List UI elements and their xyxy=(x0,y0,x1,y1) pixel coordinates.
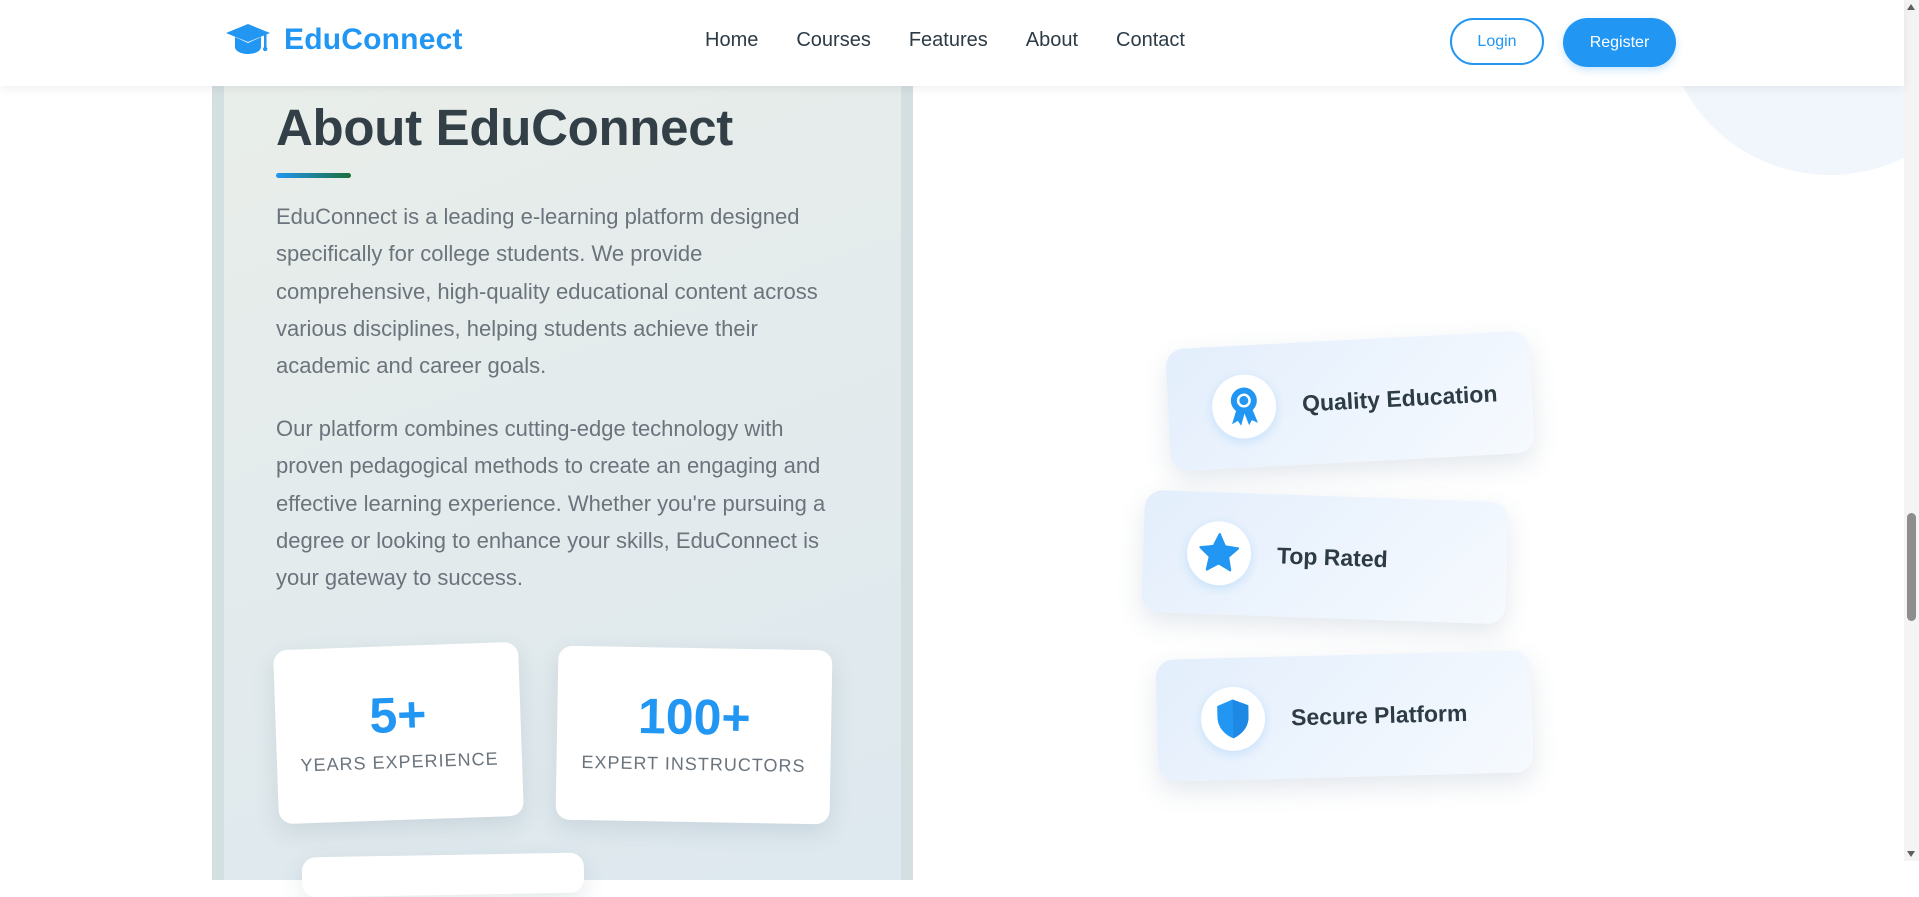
main-nav: Home Courses Features About Contact xyxy=(705,29,1185,52)
scroll-up-arrow-icon[interactable] xyxy=(1907,4,1915,10)
stat-value: 5+ xyxy=(368,686,428,744)
title-underline xyxy=(276,173,351,178)
stat-card-partial xyxy=(301,852,585,897)
feature-label: Top Rated xyxy=(1276,541,1389,572)
nav-item-contact[interactable]: Contact xyxy=(1116,29,1185,52)
stat-label: EXPERT INSTRUCTORS xyxy=(581,752,806,776)
stat-card-instructors: 100+ EXPERT INSTRUCTORS xyxy=(555,645,833,825)
brand-logo[interactable]: EduConnect xyxy=(224,22,463,58)
nav-item-courses[interactable]: Courses xyxy=(796,29,870,52)
stat-value: 100+ xyxy=(637,688,752,746)
stat-label: YEARS EXPERIENCE xyxy=(300,748,499,776)
feature-card-quality: Quality Education xyxy=(1165,330,1535,472)
feature-label: Quality Education xyxy=(1301,379,1498,416)
feature-card-secure: Secure Platform xyxy=(1155,650,1534,782)
star-icon xyxy=(1185,520,1253,587)
site-header: EduConnect Home Courses Features About C… xyxy=(0,0,1904,86)
scroll-down-arrow-icon[interactable] xyxy=(1907,851,1915,857)
page-scrollbar[interactable] xyxy=(1904,0,1919,861)
about-paragraph-2: Our platform combines cutting-edge techn… xyxy=(276,416,826,591)
graduation-cap-icon xyxy=(226,24,270,54)
award-medal-icon xyxy=(1210,372,1278,441)
about-title: About EduConnect xyxy=(276,99,733,156)
scrollbar-thumb[interactable] xyxy=(1907,513,1916,621)
stat-card-years: 5+ YEARS EXPERIENCE xyxy=(273,641,524,825)
nav-item-about[interactable]: About xyxy=(1026,29,1078,52)
register-button[interactable]: Register xyxy=(1563,18,1676,67)
feature-card-top-rated: Top Rated xyxy=(1140,489,1510,625)
about-paragraph-1: EduConnect is a leading e-learning platf… xyxy=(276,204,818,379)
brand-name: EduConnect xyxy=(284,23,463,56)
feature-label: Secure Platform xyxy=(1290,699,1468,730)
shield-icon xyxy=(1200,686,1266,752)
nav-item-home[interactable]: Home xyxy=(705,29,758,52)
nav-item-features[interactable]: Features xyxy=(909,29,988,52)
login-button[interactable]: Login xyxy=(1450,18,1544,65)
